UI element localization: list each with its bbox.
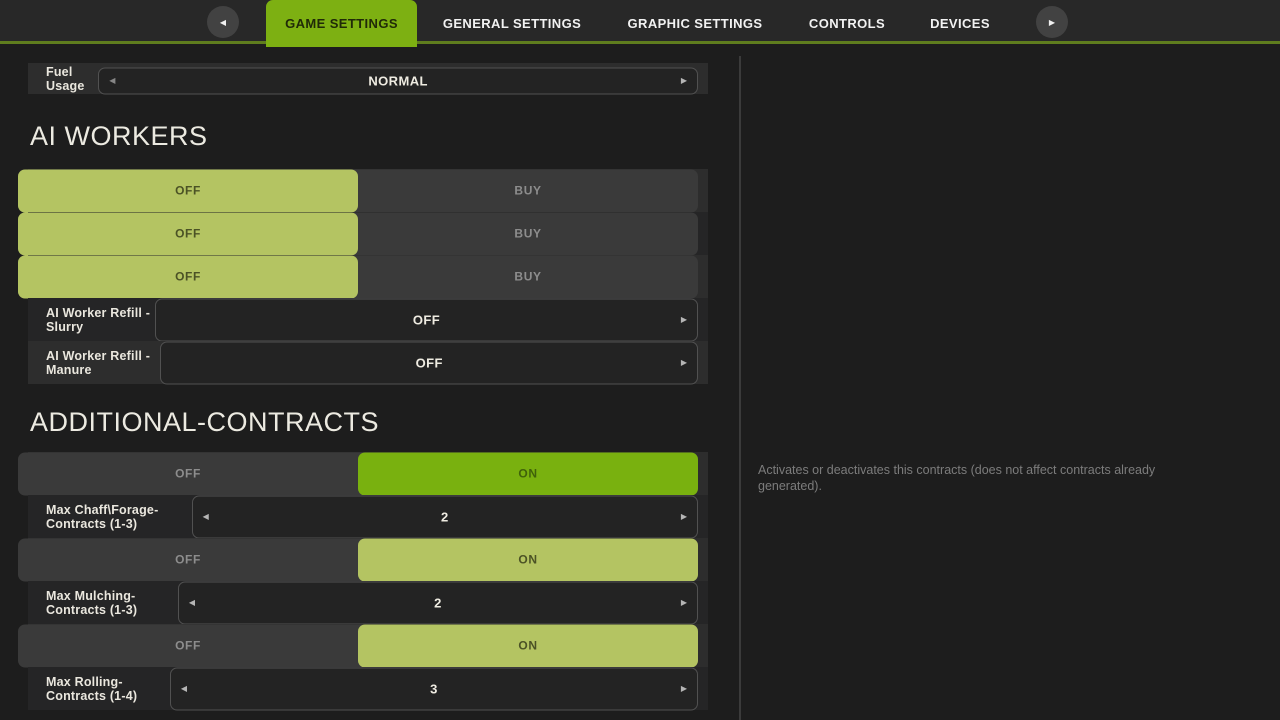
setting-row-ai-refill-fuel: AI Worker Refill - Fuel OFF BUY <box>28 169 708 212</box>
tab-controls[interactable]: CONTROLS <box>787 0 907 47</box>
tab-graphic-settings[interactable]: GRAPHIC SETTINGS <box>620 0 770 47</box>
toggle-option-off[interactable]: OFF <box>18 212 358 255</box>
setting-label: AI Worker Refill - Manure <box>46 349 170 377</box>
setting-row-ai-refill-manure: AI Worker Refill - Manure OFF ▶ <box>28 341 708 384</box>
max-rolling-stepper: ◀ 3 ▶ <box>170 667 698 710</box>
setting-row-rolling-contracts: Rolling-Contracts OFF ON <box>28 624 708 667</box>
fuel-usage-selector: ◀ NORMAL ▶ <box>98 67 698 94</box>
toggle-option-buy[interactable]: BUY <box>358 212 698 255</box>
setting-row-ai-refill-fertilizer: AI Worker Refill - Fertilizer OFF BUY <box>28 255 708 298</box>
setting-description-text: Activates or deactivates this contracts … <box>758 462 1218 494</box>
toggle-option-off[interactable]: OFF <box>18 452 358 495</box>
toggle-option-off[interactable]: OFF <box>18 169 358 212</box>
setting-row-max-mulching-contracts: Max Mulching-Contracts (1-3) ◀ 2 ▶ <box>28 581 708 624</box>
settings-tab-bar: ◀ GAME SETTINGS GENERAL SETTINGS GRAPHIC… <box>0 0 1280 44</box>
arrow-right-icon[interactable]: ▶ <box>677 594 691 611</box>
toggle-option-on[interactable]: ON <box>358 624 698 667</box>
setting-row-chaff-forage-contracts: Chaff\Forage-Contracts OFF ON <box>28 452 708 495</box>
stepper-value: 3 <box>430 681 438 696</box>
tab-game-settings[interactable]: GAME SETTINGS <box>266 0 417 47</box>
setting-label: Max Mulching-Contracts (1-3) <box>46 589 188 617</box>
setting-row-ai-refill-slurry: AI Worker Refill - Slurry OFF ▶ <box>28 298 708 341</box>
manure-selector: OFF ▶ <box>160 341 698 384</box>
off-buy-toggle: OFF BUY <box>18 169 698 212</box>
next-tab-button[interactable]: ▶ <box>1036 6 1068 38</box>
slurry-selector: OFF ▶ <box>155 298 698 341</box>
toggle-option-off[interactable]: OFF <box>18 255 358 298</box>
arrow-left-icon[interactable]: ◀ <box>105 72 119 89</box>
setting-row-mulching-contracts: Mulching-Contracts OFF ON <box>28 538 708 581</box>
max-chaff-stepper: ◀ 2 ▶ <box>192 495 698 538</box>
arrow-right-icon[interactable]: ▶ <box>677 680 691 697</box>
setting-label: Max Rolling-Contracts (1-4) <box>46 675 180 703</box>
stepper-value: 2 <box>441 509 449 524</box>
section-title-additional-contracts: ADDITIONAL-CONTRACTS <box>30 404 708 440</box>
off-on-toggle: OFF ON <box>18 538 698 581</box>
selector-value: OFF <box>416 355 443 370</box>
setting-label: Max Chaff\Forage-Contracts (1-3) <box>46 503 202 531</box>
toggle-option-off[interactable]: OFF <box>18 624 358 667</box>
arrow-right-icon[interactable]: ▶ <box>677 508 691 525</box>
stepper-value: 2 <box>434 595 442 610</box>
arrow-right-icon[interactable]: ▶ <box>677 72 691 89</box>
toggle-option-buy[interactable]: BUY <box>358 255 698 298</box>
selector-value: NORMAL <box>368 73 427 88</box>
settings-list: Fuel Usage ◀ NORMAL ▶ AI WORKERS AI Work… <box>28 47 708 710</box>
arrow-left-icon[interactable]: ◀ <box>199 508 213 525</box>
prev-tab-button[interactable]: ◀ <box>207 6 239 38</box>
off-buy-toggle: OFF BUY <box>18 212 698 255</box>
vertical-divider <box>739 56 741 720</box>
toggle-option-buy[interactable]: BUY <box>358 169 698 212</box>
toggle-option-on[interactable]: ON <box>358 538 698 581</box>
max-mulching-stepper: ◀ 2 ▶ <box>178 581 698 624</box>
arrow-left-icon[interactable]: ◀ <box>185 594 199 611</box>
setting-row-ai-refill-seeds: AI Worker Refill - Seeds OFF BUY <box>28 212 708 255</box>
arrow-left-icon: ◀ <box>220 18 226 27</box>
tab-general-settings[interactable]: GENERAL SETTINGS <box>437 0 587 47</box>
settings-content: Fuel Usage ◀ NORMAL ▶ AI WORKERS AI Work… <box>0 47 1280 720</box>
setting-label: AI Worker Refill - Slurry <box>46 306 165 334</box>
toggle-option-on[interactable]: ON <box>358 452 698 495</box>
selector-value: OFF <box>413 312 440 327</box>
section-title-ai-workers: AI WORKERS <box>30 118 708 154</box>
setting-row-fuel-usage: Fuel Usage ◀ NORMAL ▶ <box>28 63 708 94</box>
off-on-toggle: OFF ON <box>18 624 698 667</box>
off-buy-toggle: OFF BUY <box>18 255 698 298</box>
arrow-right-icon[interactable]: ▶ <box>677 311 691 328</box>
arrow-right-icon[interactable]: ▶ <box>677 354 691 371</box>
toggle-option-off[interactable]: OFF <box>18 538 358 581</box>
arrow-right-icon: ▶ <box>1049 18 1055 27</box>
arrow-left-icon[interactable]: ◀ <box>177 680 191 697</box>
setting-row-max-rolling-contracts: Max Rolling-Contracts (1-4) ◀ 3 ▶ <box>28 667 708 710</box>
setting-row-max-chaff-forage-contracts: Max Chaff\Forage-Contracts (1-3) ◀ 2 ▶ <box>28 495 708 538</box>
tab-devices[interactable]: DEVICES <box>900 0 1020 47</box>
off-on-toggle: OFF ON <box>18 452 698 495</box>
